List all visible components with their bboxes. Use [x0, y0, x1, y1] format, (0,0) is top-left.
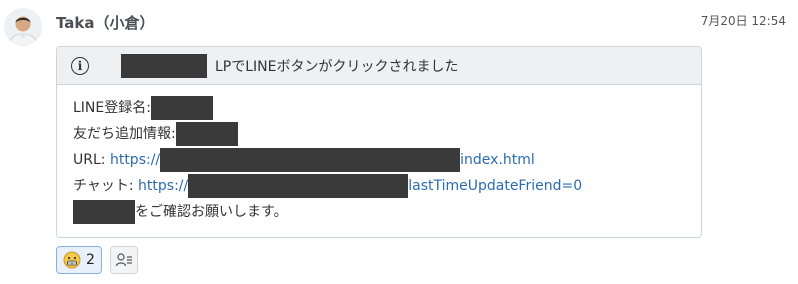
redacted-block [150, 96, 213, 120]
reactors-list-button[interactable] [109, 246, 138, 274]
chat-link-suffix: lastTimeUpdateFriend=0 [408, 178, 583, 194]
closing-row: をご確認お願いします。 [73, 199, 685, 225]
reaction-count: 2 [86, 252, 95, 268]
chat-link-prefix: https:// [138, 178, 189, 194]
notification-card: i LPでLINEボタンがクリックされました LINE登録名: 友だち追加情報:… [56, 46, 702, 238]
chat-link[interactable]: https:// lastTimeUpdateFriend=0 [138, 174, 583, 198]
line-name-label: LINE登録名: [73, 100, 151, 116]
sender-avatar[interactable] [4, 8, 42, 46]
url-link-suffix: index.html [460, 152, 535, 168]
url-label: URL: [73, 152, 106, 168]
redacted-block [160, 148, 461, 172]
url-link[interactable]: https:// index.html [109, 148, 535, 172]
friend-info-label: 友だち追加情報: [73, 126, 176, 142]
chat-label: チャット: [73, 178, 134, 194]
redacted-block [188, 174, 409, 198]
reaction-button[interactable]: 2 [56, 246, 102, 274]
url-link-prefix: https:// [109, 152, 161, 168]
info-icon: i [71, 56, 89, 75]
message-timestamp: 7月20日 12:54 [700, 14, 786, 28]
closing-text: をご確認お願いします。 [135, 204, 288, 220]
grimace-emoji-icon [63, 251, 81, 269]
reactions-bar: 2 [56, 246, 138, 274]
redacted-block [175, 122, 238, 146]
card-header-text: LPでLINEボタンがクリックされました [215, 58, 459, 75]
sender-name[interactable]: Taka（小倉） [56, 12, 155, 33]
line-name-row: LINE登録名: [73, 95, 685, 121]
friend-info-row: 友だち追加情報: [73, 121, 685, 147]
url-row: URL: https:// index.html [73, 147, 685, 173]
user-list-icon [115, 253, 132, 267]
card-header: i LPでLINEボタンがクリックされました [57, 47, 701, 85]
card-body: LINE登録名: 友だち追加情報: URL: https:// index.htm… [57, 85, 701, 235]
redacted-block [73, 200, 135, 224]
redacted-block [121, 53, 207, 78]
chat-row: チャット: https:// lastTimeUpdateFriend=0 [73, 173, 685, 199]
avatar-image [4, 8, 42, 46]
